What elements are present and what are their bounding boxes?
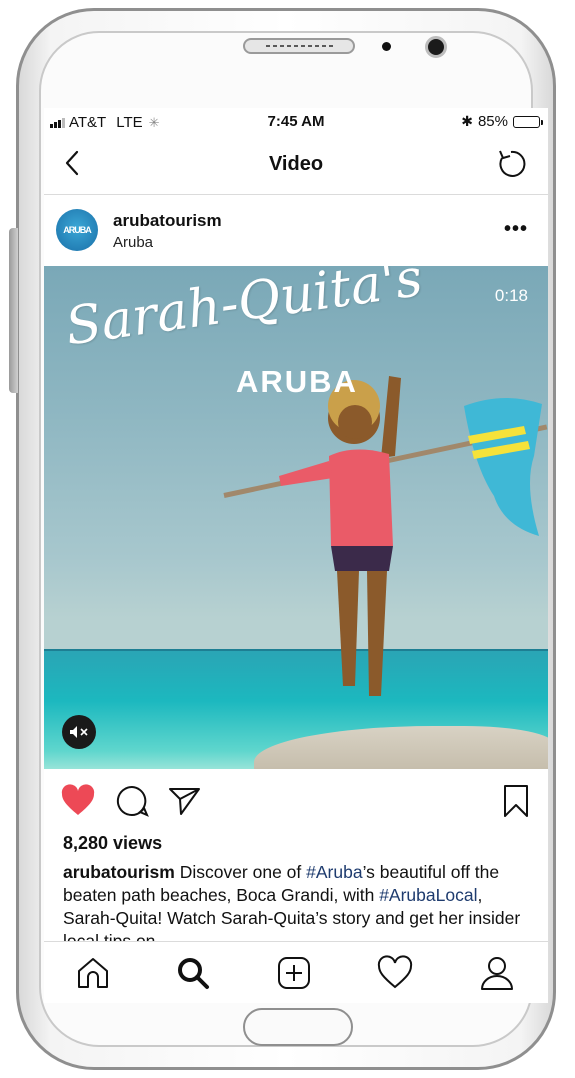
view-count[interactable]: 8,280 views [63, 833, 162, 854]
refresh-icon[interactable] [494, 147, 528, 181]
battery-icon [513, 115, 543, 128]
heart-filled-icon[interactable] [60, 783, 96, 819]
post-caption: arubatourism Discover one of #Aruba’s be… [63, 861, 533, 953]
battery-info: ✱ 85% [461, 113, 543, 130]
proximity-sensor [382, 42, 391, 51]
caption-text-1: Discover one of [174, 862, 307, 882]
activity-heart-icon[interactable] [376, 954, 414, 992]
post-location[interactable]: Aruba [113, 234, 153, 251]
hashtag-aruba[interactable]: #Aruba [306, 862, 362, 882]
video-duration: 0:18 [494, 286, 528, 305]
aruba-flag [464, 397, 542, 536]
battery-percent: 85% [477, 113, 508, 130]
earpiece-speaker [243, 38, 355, 54]
bookmark-icon[interactable] [498, 783, 534, 819]
video-overlay-subtitle: ARUBA [236, 364, 358, 399]
post-header: ARUBA arubatourism Aruba ••• [44, 195, 548, 265]
video-player[interactable]: Sarah-Quita's ARUBA 0:18 [44, 266, 548, 769]
bottom-tab-bar [44, 941, 548, 1003]
post-username[interactable]: arubatourism [113, 211, 222, 231]
nav-bar: Video [44, 136, 548, 195]
bluetooth-icon: ✱ [461, 113, 473, 129]
side-button [9, 228, 18, 393]
front-camera [425, 36, 447, 58]
mute-button[interactable] [62, 715, 96, 749]
more-options-button[interactable]: ••• [504, 218, 528, 241]
avatar[interactable]: ARUBA [56, 209, 98, 251]
search-icon[interactable] [174, 954, 212, 992]
comment-icon[interactable] [114, 783, 150, 819]
muted-speaker-icon [70, 726, 88, 738]
profile-icon[interactable] [478, 954, 516, 992]
status-bar: AT&T LTE ✳ 7:45 AM ✱ 85% [44, 108, 548, 136]
caption-username[interactable]: arubatourism [63, 862, 175, 882]
page-title: Video [268, 153, 324, 175]
home-icon[interactable] [74, 954, 112, 992]
home-button[interactable] [243, 1008, 353, 1046]
phone-screen: AT&T LTE ✳ 7:45 AM ✱ 85% Video ARUBA aru… [44, 108, 548, 1003]
send-icon[interactable] [166, 783, 202, 819]
new-post-icon[interactable] [275, 954, 313, 992]
video-overlay-title: Sarah-Quita's [62, 266, 427, 358]
avatar-logo-text: ARUBA [63, 225, 91, 235]
person-figure [279, 376, 401, 696]
post-actions [44, 769, 548, 833]
hashtag-arubalocal[interactable]: #ArubaLocal [379, 885, 477, 905]
